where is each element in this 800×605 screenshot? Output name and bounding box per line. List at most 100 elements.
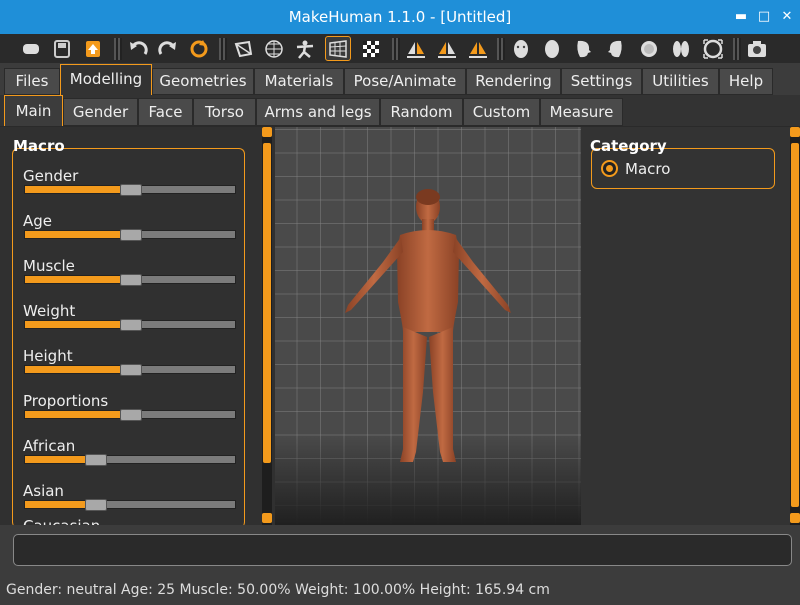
scroll-up-icon[interactable]	[790, 127, 800, 137]
slider-proportions[interactable]	[24, 409, 236, 421]
tab-pose-animate[interactable]: Pose/Animate	[344, 68, 466, 95]
sub-tab-bar: Main Gender Face Torso Arms and legs Ran…	[0, 95, 800, 127]
macro-radio-label[interactable]: Macro	[625, 160, 670, 178]
screenshot-camera-icon[interactable]	[744, 36, 770, 61]
slider-height[interactable]	[24, 364, 236, 376]
toolbar	[0, 34, 800, 63]
smooth-icon[interactable]	[230, 36, 256, 61]
tab-materials[interactable]: Materials	[254, 68, 344, 95]
slider-label-asian: Asian	[23, 482, 64, 500]
left-scrollbar[interactable]	[262, 127, 272, 525]
maximize-button[interactable]: □	[755, 8, 773, 26]
scrollbar-thumb[interactable]	[263, 143, 271, 463]
3d-viewport[interactable]	[275, 127, 581, 525]
slider-asian[interactable]	[24, 499, 236, 511]
toolbar-separator	[497, 38, 505, 60]
tab-main[interactable]: Main	[4, 95, 63, 126]
tab-help[interactable]: Help	[719, 68, 773, 95]
tab-face[interactable]: Face	[138, 98, 193, 126]
close-button[interactable]: ✕	[778, 8, 796, 26]
symmetry-left-icon[interactable]	[434, 36, 460, 61]
bottom-view-icon[interactable]	[668, 36, 694, 61]
status-bar: Gender: neutral Age: 25 Muscle: 50.00% W…	[0, 575, 800, 602]
tab-files[interactable]: Files	[4, 68, 60, 95]
slider-muscle[interactable]	[24, 274, 236, 286]
category-title: Category	[590, 137, 667, 155]
title-bar: MakeHuman 1.1.0 - [Untitled] ▬ □ ✕	[0, 0, 800, 34]
toolbar-separator	[733, 38, 741, 60]
slider-label-weight: Weight	[23, 302, 76, 320]
right-view-icon[interactable]	[603, 36, 629, 61]
scroll-down-icon[interactable]	[790, 513, 800, 523]
checker-icon[interactable]	[358, 36, 384, 61]
radio-selected-indicator	[606, 165, 613, 172]
slider-handle[interactable]	[84, 499, 107, 511]
top-view-icon[interactable]	[636, 36, 662, 61]
scroll-up-icon[interactable]	[262, 127, 272, 137]
slider-label-height: Height	[23, 347, 73, 365]
wireframe-icon[interactable]	[261, 36, 287, 61]
left-view-icon[interactable]	[570, 36, 596, 61]
slider-african[interactable]	[24, 454, 236, 466]
right-panel: Category Macro	[581, 127, 800, 525]
save-icon[interactable]	[49, 36, 75, 61]
background-grid-icon[interactable]	[325, 36, 351, 61]
toolbar-separator	[114, 38, 122, 60]
tab-modelling[interactable]: Modelling	[60, 64, 152, 95]
slider-label-african: African	[23, 437, 76, 455]
undo-icon[interactable]	[125, 36, 151, 61]
tab-settings[interactable]: Settings	[561, 68, 642, 95]
tab-gender[interactable]: Gender	[63, 98, 138, 126]
slider-fill	[25, 186, 131, 193]
slider-label-cut: Caucasian	[23, 517, 100, 525]
slider-handle[interactable]	[120, 274, 142, 286]
macro-group	[12, 148, 245, 528]
slider-weight[interactable]	[24, 319, 236, 331]
slider-handle[interactable]	[120, 229, 142, 241]
redo-icon[interactable]	[155, 36, 181, 61]
slider-label-muscle: Muscle	[23, 257, 75, 275]
slider-label-proportions: Proportions	[23, 392, 109, 410]
slider-label-gender: Gender	[23, 167, 79, 185]
tab-rendering[interactable]: Rendering	[466, 68, 561, 95]
slider-age[interactable]	[24, 229, 236, 241]
macro-title: Macro	[13, 137, 65, 155]
slider-fill	[25, 276, 131, 283]
slider-gender[interactable]	[24, 184, 236, 196]
symmetry-right-icon[interactable]	[403, 36, 429, 61]
left-panel: Macro Gender Age Muscle Weight Height Proport…	[0, 127, 275, 528]
tab-torso[interactable]: Torso	[193, 98, 256, 126]
tab-geometries[interactable]: Geometries	[152, 68, 254, 95]
human-model	[345, 189, 511, 462]
toolbar-separator	[219, 38, 227, 60]
slider-handle[interactable]	[120, 184, 142, 196]
tab-measure[interactable]: Measure	[540, 98, 623, 126]
tab-random[interactable]: Random	[380, 98, 463, 126]
symmetry-icon[interactable]	[465, 36, 491, 61]
tab-utilities[interactable]: Utilities	[642, 68, 719, 95]
back-view-icon[interactable]	[539, 36, 565, 61]
new-file-icon[interactable]	[18, 36, 44, 61]
reset-camera-icon[interactable]	[700, 36, 726, 61]
slider-handle[interactable]	[84, 454, 107, 466]
macro-radio-button[interactable]	[601, 160, 618, 177]
right-scrollbar[interactable]	[790, 127, 800, 525]
tab-custom[interactable]: Custom	[463, 98, 540, 126]
slider-fill	[25, 411, 131, 418]
minimize-button[interactable]: ▬	[732, 8, 750, 26]
scroll-down-icon[interactable]	[262, 513, 272, 523]
window-title: MakeHuman 1.1.0 - [Untitled]	[288, 8, 512, 26]
slider-handle[interactable]	[120, 319, 142, 331]
bottom-bar	[0, 525, 800, 575]
export-icon[interactable]	[80, 36, 106, 61]
command-input[interactable]	[13, 534, 792, 566]
main-tab-bar: Files Modelling Geometries Materials Pos…	[0, 63, 800, 95]
reset-icon[interactable]	[186, 36, 212, 61]
slider-handle[interactable]	[120, 364, 142, 376]
slider-fill	[25, 366, 131, 373]
pose-icon[interactable]	[292, 36, 318, 61]
tab-arms-and-legs[interactable]: Arms and legs	[256, 98, 380, 126]
front-view-icon[interactable]	[508, 36, 534, 61]
slider-handle[interactable]	[120, 409, 142, 421]
scrollbar-thumb[interactable]	[791, 143, 799, 507]
